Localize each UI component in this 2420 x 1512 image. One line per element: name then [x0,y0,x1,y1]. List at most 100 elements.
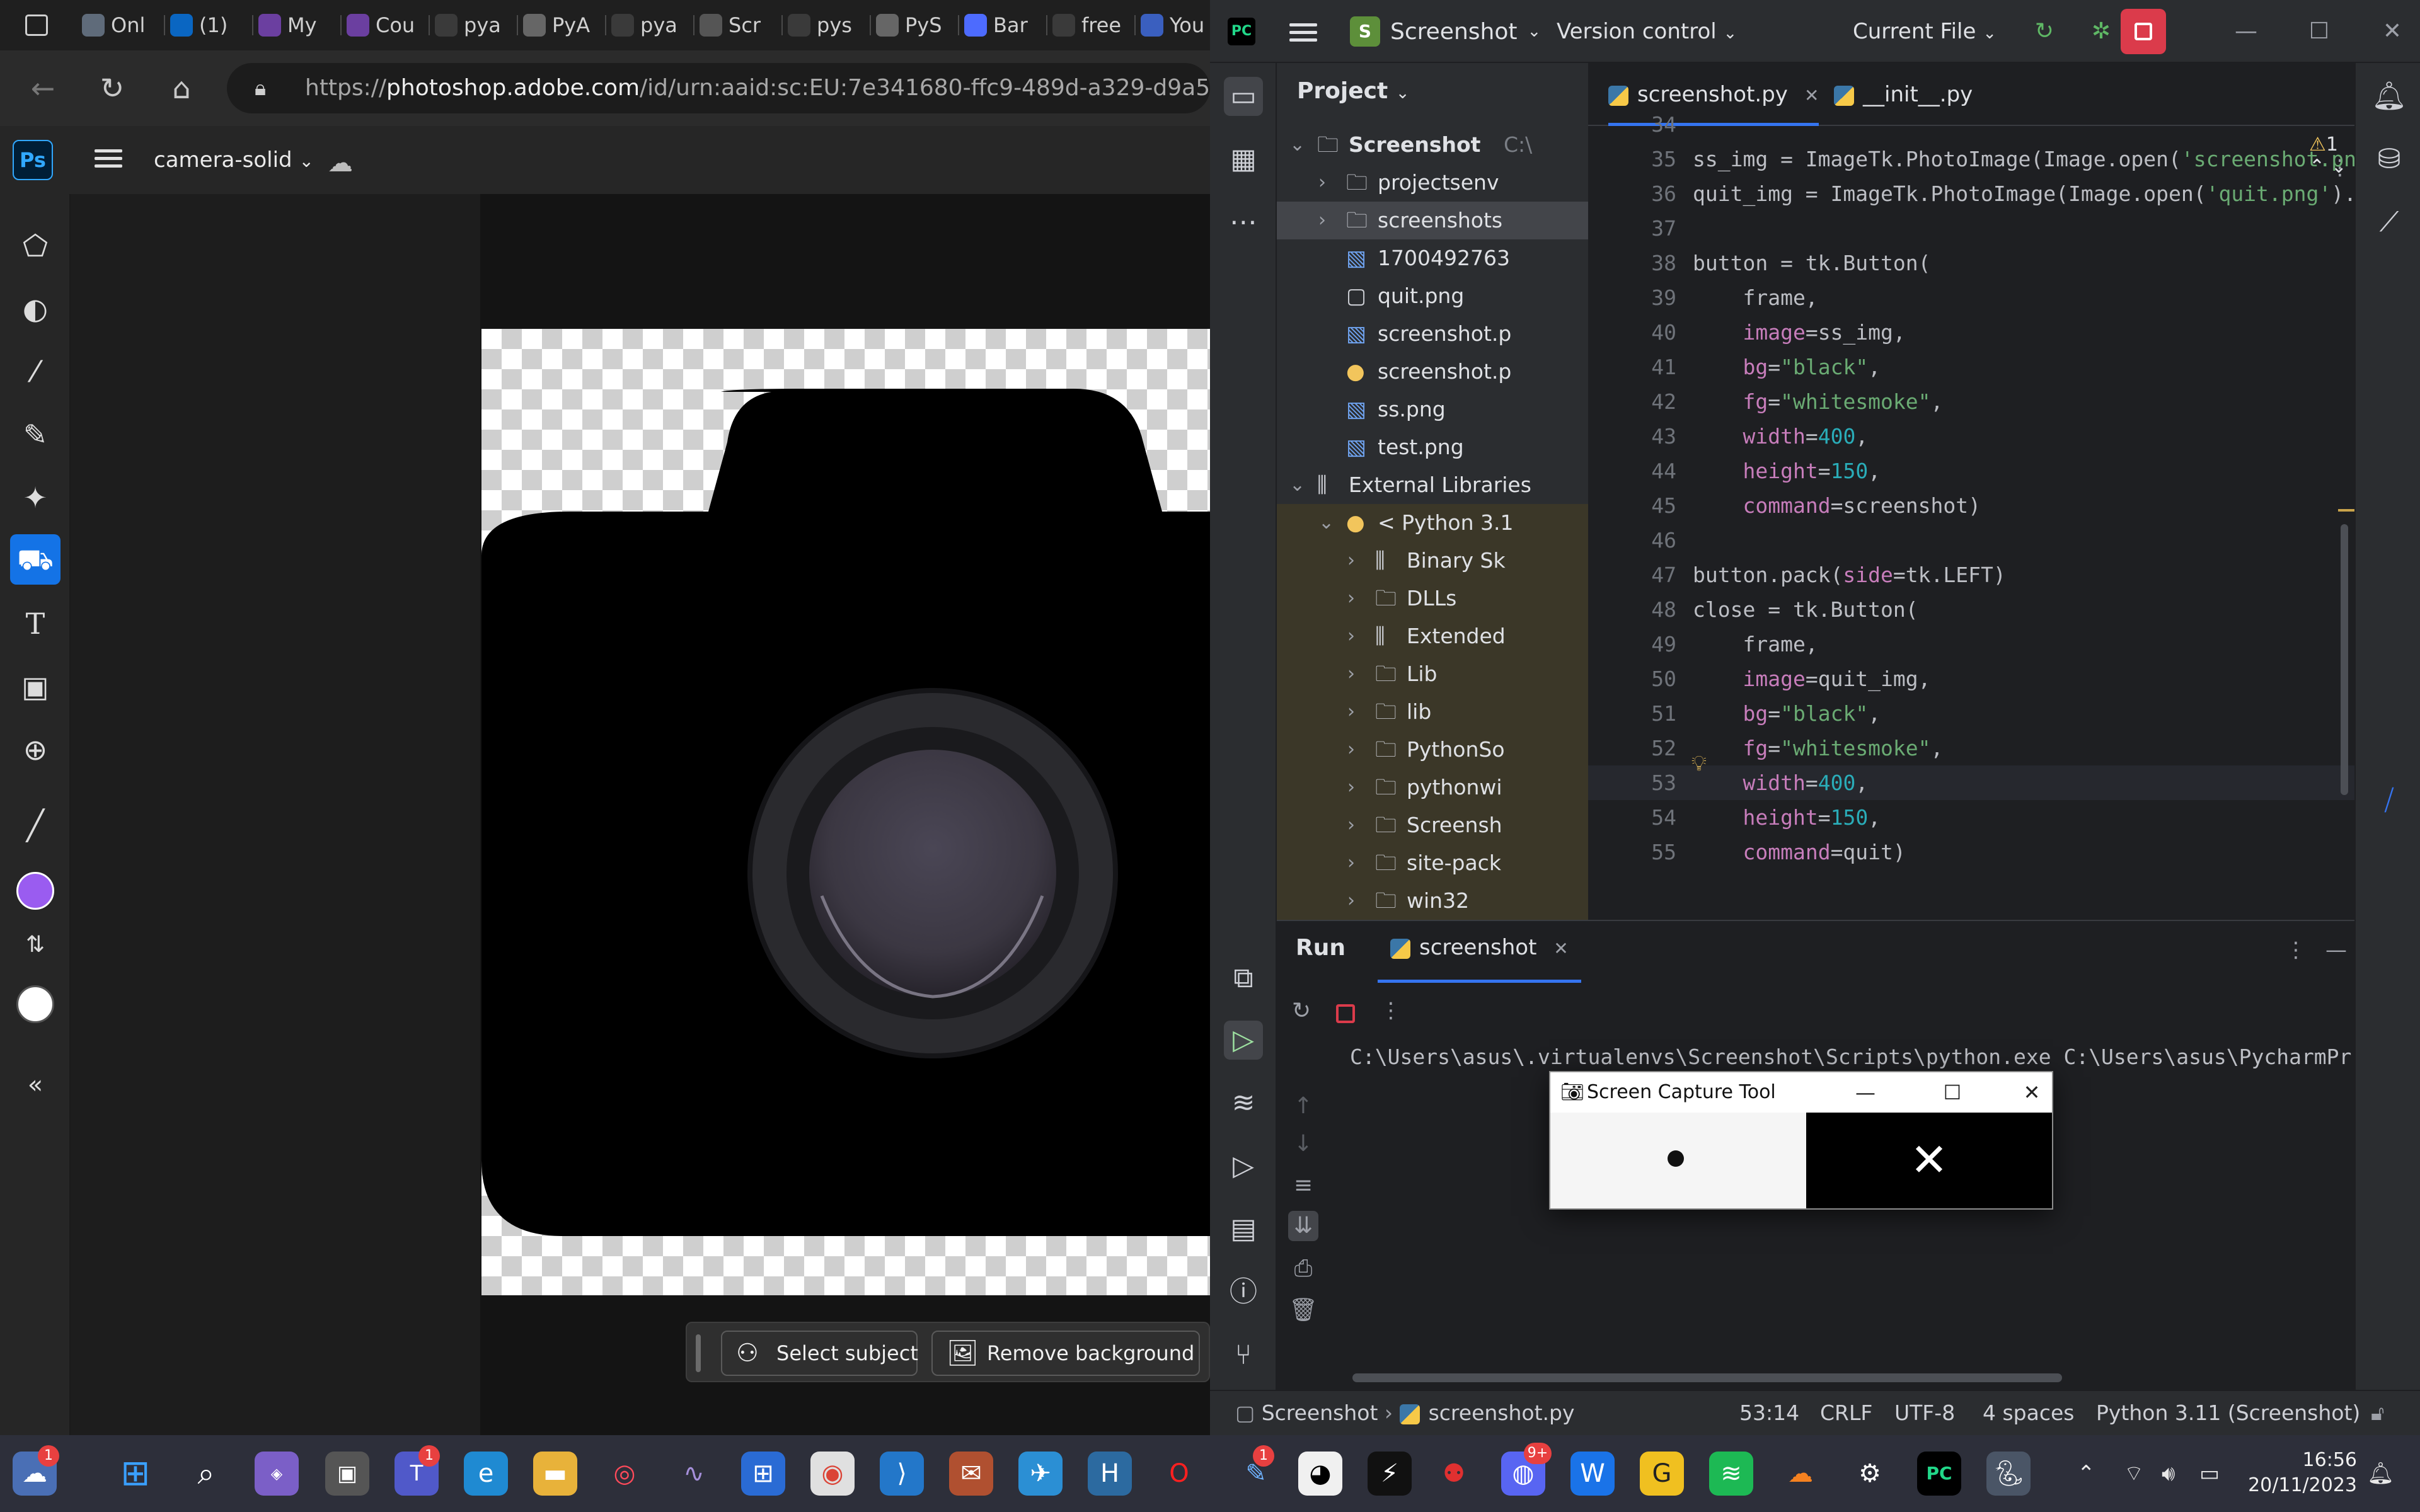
project-panel-title[interactable]: Project ⌄ [1297,78,1410,104]
browser-tab[interactable]: pya [611,10,687,40]
tree-item[interactable]: › 🗀︎ DLLs [1277,580,1588,617]
browser-tab[interactable]: free [1052,10,1128,40]
github-icon[interactable]: ◕ [1298,1452,1342,1496]
down-icon[interactable]: ↓ [1288,1129,1318,1159]
show-hidden-icons[interactable]: ⌃ [2077,1435,2095,1512]
scroll-to-end-icon[interactable]: ⇊ [1288,1211,1318,1241]
sciview-icon[interactable]: ⟋ [2370,203,2409,242]
code-line[interactable]: 34 [1588,107,2354,142]
code-line[interactable]: 47 button.pack(side=tk.LEFT) [1588,558,2354,592]
code-line[interactable]: 38 button = tk.Button( [1588,246,2354,280]
clock[interactable]: 16:56 20/11/2023 [2244,1448,2357,1498]
minimize-icon[interactable]: — [2231,16,2261,47]
tree-item[interactable]: › 🗀︎ site-pack [1277,844,1588,882]
status-indent[interactable]: 4 spaces [1983,1391,2075,1435]
code-line[interactable]: 36 quit_img = ImageTk.PhotoImage(Image.op… [1588,176,2354,211]
tab-actions-icon[interactable] [25,10,55,40]
background-color-swatch[interactable] [10,976,60,1027]
hamburger-menu-icon[interactable] [95,145,122,173]
project-selector[interactable]: S Screenshot ⌄ [1350,15,1541,48]
run-options-icon[interactable]: ⋮ [1380,998,1402,1023]
status-position[interactable]: 53:14 [1739,1391,1799,1435]
browser-tab[interactable]: Cou [347,10,422,40]
remove-background-button[interactable]: 🖼︎ Remove background [931,1331,1200,1376]
opera-gx-icon[interactable]: ◎ [602,1452,647,1496]
chrome-icon[interactable]: ◉ [810,1452,855,1496]
more-tools-icon[interactable]: ⋯ [1224,203,1263,242]
search-icon[interactable]: ⌕ [184,1452,228,1496]
tree-item[interactable]: ● screenshot.p [1277,353,1588,391]
tk-close-icon[interactable]: ✕ [2013,1072,2051,1113]
code-line[interactable]: 37 [1588,211,2354,246]
code-line[interactable]: 55 command=quit) [1588,835,2354,869]
code-line[interactable]: 35 ss_img = ImageTk.PhotoImage(Image.open… [1588,142,2354,176]
python-taskbar-icon[interactable]: 🐍︎ [1986,1452,2031,1496]
tree-item[interactable]: ▢ quit.png [1277,277,1588,315]
quit-button[interactable]: ✕ [1806,1113,2052,1208]
transform-tool-icon[interactable]: ⬠ [10,220,60,271]
webstorm-icon[interactable]: W [1570,1452,1615,1496]
console-output[interactable]: C:\Users\asus\.virtualenvs\Screenshot\Sc… [1350,1045,2351,1069]
tree-item[interactable]: ▧ screenshot.p [1277,315,1588,353]
close-icon[interactable]: ✕ [2377,16,2407,47]
chevron-right-icon[interactable]: › [1347,769,1355,806]
chevron-right-icon[interactable]: › [1347,731,1355,769]
chevron-right-icon[interactable]: › [1347,693,1355,731]
cloud-icon[interactable]: ☁ [328,149,353,178]
chevron-right-icon[interactable]: › [1318,164,1326,202]
project-tool-icon[interactable]: ▭ [1224,77,1263,116]
tree-item[interactable]: ▧ test.png [1277,428,1588,466]
browser-tab[interactable]: Onl [82,10,158,40]
tk-title-bar[interactable]: 📷︎ Screen Capture Tool — ☐ ✕ [1550,1072,2052,1113]
code-line[interactable]: 51 bg="black", [1588,696,2354,731]
tree-item[interactable]: › 🗀︎ screenshots [1277,202,1588,239]
tree-item[interactable]: ⌄ ⫼ External Libraries [1277,466,1588,504]
magic-wand-icon[interactable]: ⁄ [10,346,60,397]
tree-item[interactable]: ⌄ ● < Python 3.1 [1277,504,1588,542]
app-icon-3[interactable]: ⚡ [1368,1452,1412,1496]
run-more-icon[interactable]: ⋮ [2285,937,2307,963]
image-adjust-icon[interactable]: ▣ [10,662,60,712]
maximize-icon[interactable]: ☐ [2304,16,2334,47]
print-icon[interactable]: ⎙ [1288,1254,1318,1284]
ai-assistant-icon[interactable]: ⧸ [2370,781,2409,820]
chevron-right-icon[interactable]: › [1347,655,1355,693]
up-icon[interactable]: ↑ [1288,1091,1318,1121]
browser-tab[interactable]: My [258,10,334,40]
healing-brush-icon[interactable]: ✎ [10,410,60,460]
run-config-selector[interactable]: Current File ⌄ [1853,15,1997,48]
notification-bell-icon[interactable]: 🔔︎ [2367,1435,2394,1512]
chevron-down-icon[interactable]: ⌄ [1289,466,1305,504]
code-line[interactable]: 49 frame, [1588,627,2354,662]
terminal-tool-icon[interactable]: ▤ [1224,1210,1263,1249]
chevron-right-icon[interactable]: › [1318,202,1326,239]
code-line[interactable]: 46 [1588,523,2354,558]
address-bar[interactable]: 🔒︎ https://photoshop.adobe.com/id/urn:aa… [227,63,1210,113]
hide-panel-icon[interactable]: — [2325,937,2347,963]
browser-tab[interactable]: You [1141,10,1210,40]
tree-item[interactable]: ⌄ 🗀︎ Screenshot C:\ [1277,126,1588,164]
task-view-icon[interactable]: ▣ [325,1452,369,1496]
status-interpreter[interactable]: Python 3.11 (Screenshot) [2096,1391,2360,1435]
tree-item[interactable]: › ⫼ Binary Sk [1277,542,1588,580]
add-image-icon[interactable]: ⊕ [10,724,60,775]
code-line[interactable]: 42 fg="whitesmoke", [1588,384,2354,419]
editor-scrollbar[interactable] [2341,524,2348,795]
cloudflare-icon[interactable]: ☁ [1778,1452,1823,1496]
chevron-right-icon[interactable]: › [1347,882,1355,920]
chevron-right-icon[interactable]: › [1347,617,1355,655]
wifi-icon[interactable]: ⌔ [2124,1435,2144,1512]
vscode-icon[interactable]: ⟩ [880,1452,924,1496]
paint-bucket-icon[interactable]: ⛟ [10,534,60,585]
database-icon[interactable]: ⛁ [2370,140,2409,179]
lightbulb-icon[interactable]: 💡︎ [1691,751,1707,776]
code-area[interactable]: 34 35 ss_img = ImageTk.PhotoImage(Image.op… [1588,112,2354,920]
eyedropper-icon[interactable]: ╱ [10,800,60,850]
code-line[interactable]: 54 height=150, [1588,800,2354,835]
volume-icon[interactable]: 🔊︎ [2162,1435,2175,1512]
select-subject-button[interactable]: ⚇ Select subject [721,1331,918,1376]
browser-tab[interactable]: (1) [170,10,246,40]
services-tool-icon[interactable]: ▷ [1224,1147,1263,1186]
photoshop-logo[interactable]: Ps [13,140,53,180]
tree-item[interactable]: › 🗀︎ pythonwi [1277,769,1588,806]
